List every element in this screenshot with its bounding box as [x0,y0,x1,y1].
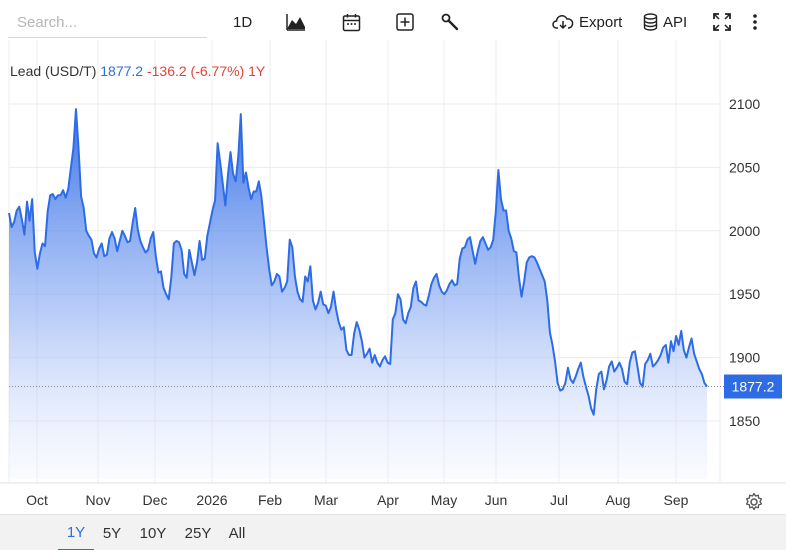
range-label: 10Y [139,524,167,542]
range-button-5y[interactable]: 5Y [94,515,130,550]
current-price: 1877.2 [100,63,144,79]
y-tick-label: 2000 [729,223,760,239]
x-tick-label: Oct [26,492,48,508]
chart-header: Lead (USD/T) 1877.2 -136.2 (-6.77%) 1Y [10,63,265,79]
range-selector: 1Y 5Y 10Y 25Y All [0,514,786,550]
range-button-10y[interactable]: 10Y [134,515,172,550]
x-tick-label: 2026 [196,492,227,508]
y-tick-label: 2050 [729,159,760,175]
range-label: 5Y [102,524,122,542]
y-tick-label: 1950 [729,286,760,302]
y-tick-label: 1850 [729,413,760,429]
current-price-tag-label: 1877.2 [732,379,775,395]
x-tick-label: Aug [606,492,631,508]
x-tick-label: Apr [377,492,399,508]
range-button-1y[interactable]: 1Y [58,515,94,550]
x-tick-label: Dec [143,492,168,508]
y-tick-label: 2100 [729,96,760,112]
range-label: 1Y [66,523,86,541]
header-range: 1Y [248,63,266,79]
range-button-25y[interactable]: 25Y [178,515,218,550]
x-tick-label: Jul [550,492,568,508]
x-tick-label: Nov [86,492,111,508]
instrument-name: Lead (USD/T) [10,63,97,79]
x-tick-label: Mar [314,492,338,508]
range-button-all[interactable]: All [222,515,252,550]
price-change: -136.2 (-6.77%) [146,63,245,79]
range-label: 25Y [184,524,212,542]
x-tick-label: May [431,492,457,508]
range-label: All [228,524,246,542]
y-tick-label: 1900 [729,350,760,366]
x-tick-label: Jun [485,492,508,508]
x-tick-label: Sep [664,492,689,508]
x-tick-label: Feb [258,492,282,508]
x-axis: Oct Nov Dec 2026 Feb Mar Apr May Jun Jul Aug Sep [26,492,689,508]
